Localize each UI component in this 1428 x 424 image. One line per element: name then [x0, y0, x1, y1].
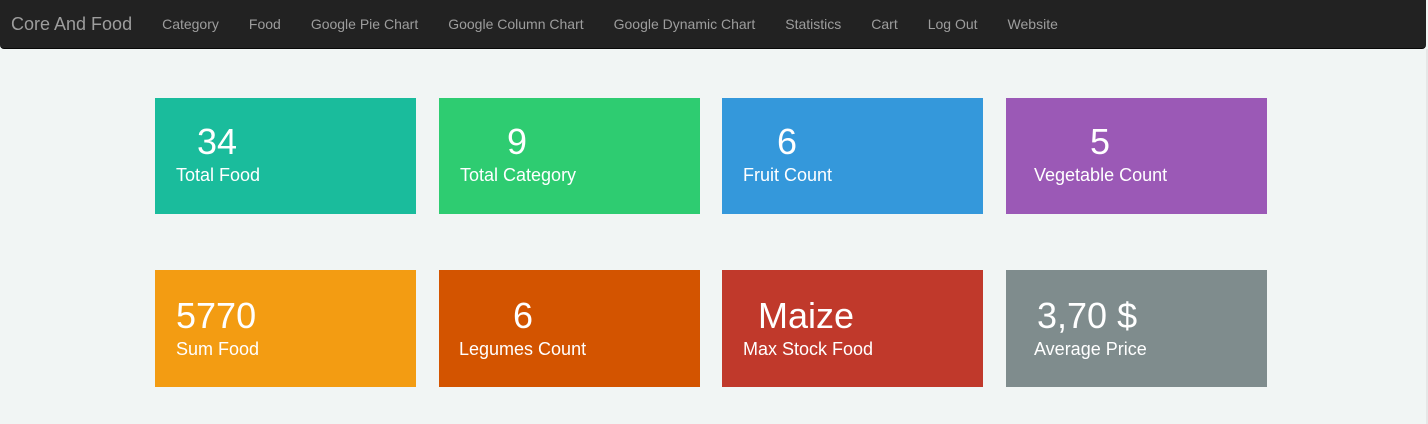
nav-link-cart[interactable]: Cart: [856, 16, 912, 32]
nav-link-food[interactable]: Food: [234, 16, 296, 32]
nav-link-google-pie-chart[interactable]: Google Pie Chart: [296, 16, 433, 32]
top-navbar: Core And Food Category Food Google Pie C…: [0, 0, 1426, 49]
stat-value: Maize: [758, 295, 855, 336]
stat-value: 34: [197, 121, 238, 162]
stat-label: Max Stock Food: [743, 339, 874, 359]
stat-label: Legumes Count: [459, 339, 587, 359]
nav-link-statistics[interactable]: Statistics: [770, 16, 856, 32]
nav-links: Category Food Google Pie Chart Google Co…: [147, 16, 1073, 32]
stat-tile-sum-food: 5770 Sum Food: [155, 270, 416, 387]
nav-link-log-out[interactable]: Log Out: [913, 16, 993, 32]
stat-label: Fruit Count: [743, 165, 833, 185]
stat-label: Total Food: [176, 165, 261, 185]
stat-tile-average-price: 3,70 $ Average Price: [1006, 270, 1267, 387]
stat-label: Vegetable Count: [1034, 165, 1168, 185]
stat-value: 5770: [176, 295, 257, 336]
stat-label: Total Category: [460, 165, 577, 185]
stat-tile-max-stock-food: Maize Max Stock Food: [722, 270, 983, 387]
stat-value: 5: [1090, 121, 1111, 162]
stat-tile-fruit-count: 6 Fruit Count: [722, 98, 983, 214]
stat-value: 3,70 $: [1037, 295, 1138, 336]
stat-tile-total-category: 9 Total Category: [439, 98, 700, 214]
stat-label: Average Price: [1034, 339, 1147, 359]
stat-value: 9: [507, 121, 528, 162]
nav-link-google-dynamic-chart[interactable]: Google Dynamic Chart: [599, 16, 771, 32]
stat-value: 6: [777, 121, 798, 162]
nav-link-google-column-chart[interactable]: Google Column Chart: [433, 16, 598, 32]
stat-tile-vegetable-count: 5 Vegetable Count: [1006, 98, 1267, 214]
stat-tile-legumes-count: 6 Legumes Count: [439, 270, 700, 387]
nav-link-category[interactable]: Category: [147, 16, 234, 32]
stat-tile-total-food: 34 Total Food: [155, 98, 416, 214]
stat-label: Sum Food: [176, 339, 260, 359]
brand-link[interactable]: Core And Food: [0, 14, 147, 35]
stat-value: 6: [513, 295, 534, 336]
nav-link-website[interactable]: Website: [993, 16, 1073, 32]
